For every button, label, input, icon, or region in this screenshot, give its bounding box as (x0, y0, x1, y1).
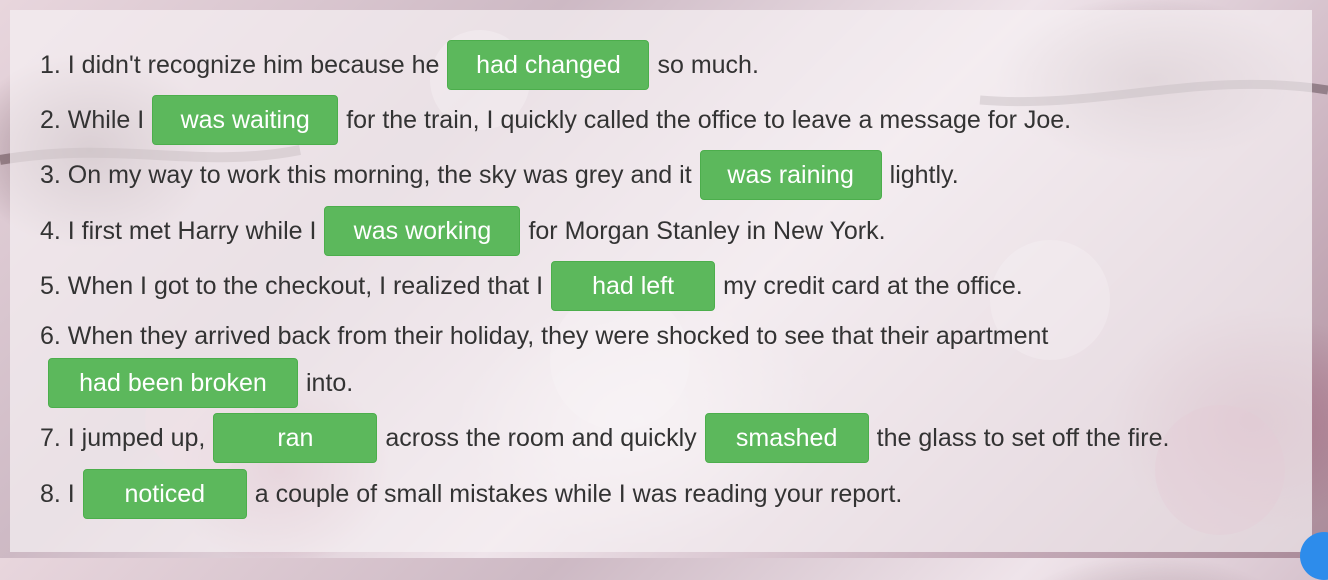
answer-had-been-broken[interactable]: had been broken (48, 358, 298, 408)
sentence-2-text-before: 2. While I (40, 105, 145, 134)
sentence-1: 1. I didn't recognize him because he had… (40, 40, 759, 90)
sentence-4-text-before: 4. I first met Harry while I (40, 216, 317, 245)
sentence-5-text-after: my credit card at the office. (723, 271, 1023, 300)
sentence-5-text-before: 5. When I got to the checkout, I realize… (40, 271, 544, 300)
sentence-7-text-after: the glass to set off the fire. (876, 423, 1170, 452)
sentence-6-text-before: 6. When they arrived back from their hol… (40, 321, 1049, 350)
sentence-7-text-middle: across the room and quickly (385, 423, 697, 452)
sentence-4-text-after: for Morgan Stanley in New York. (528, 216, 886, 245)
sentence-8: 8. I noticed a couple of small mistakes … (40, 469, 902, 519)
sentence-2-text-after: for the train, I quickly called the offi… (346, 105, 1072, 134)
sentence-8-text-before: 8. I (40, 479, 75, 508)
answer-had-changed[interactable]: had changed (447, 40, 650, 90)
sentence-6-line-2: had been broken into. (40, 358, 353, 408)
sentence-3-text-after: lightly. (889, 160, 959, 189)
sentence-7-text-before: 7. I jumped up, (40, 423, 206, 452)
answer-was-working[interactable]: was working (324, 206, 521, 256)
answer-ran[interactable]: ran (213, 413, 378, 463)
sentence-6-text-after: into. (306, 368, 354, 397)
sentence-7: 7. I jumped up, ran across the room and … (40, 413, 1169, 463)
sentence-8-text-after: a couple of small mistakes while I was r… (254, 479, 903, 508)
answer-had-left[interactable]: had left (551, 261, 716, 311)
sentence-4: 4. I first met Harry while I was working… (40, 206, 886, 256)
sentence-3-text-before: 3. On my way to work this morning, the s… (40, 160, 692, 189)
sentence-5: 5. When I got to the checkout, I realize… (40, 261, 1023, 311)
sentence-1-text-after: so much. (657, 50, 759, 79)
sentence-2: 2. While I was waiting for the train, I … (40, 95, 1071, 145)
answer-smashed[interactable]: smashed (704, 413, 869, 463)
sentence-6-line-1: 6. When they arrived back from their hol… (40, 321, 1048, 351)
answer-was-raining[interactable]: was raining (699, 150, 882, 200)
answer-noticed[interactable]: noticed (82, 469, 247, 519)
sentence-1-text-before: 1. I didn't recognize him because he (40, 50, 440, 79)
sentence-3: 3. On my way to work this morning, the s… (40, 150, 959, 200)
answer-was-waiting[interactable]: was waiting (152, 95, 339, 145)
